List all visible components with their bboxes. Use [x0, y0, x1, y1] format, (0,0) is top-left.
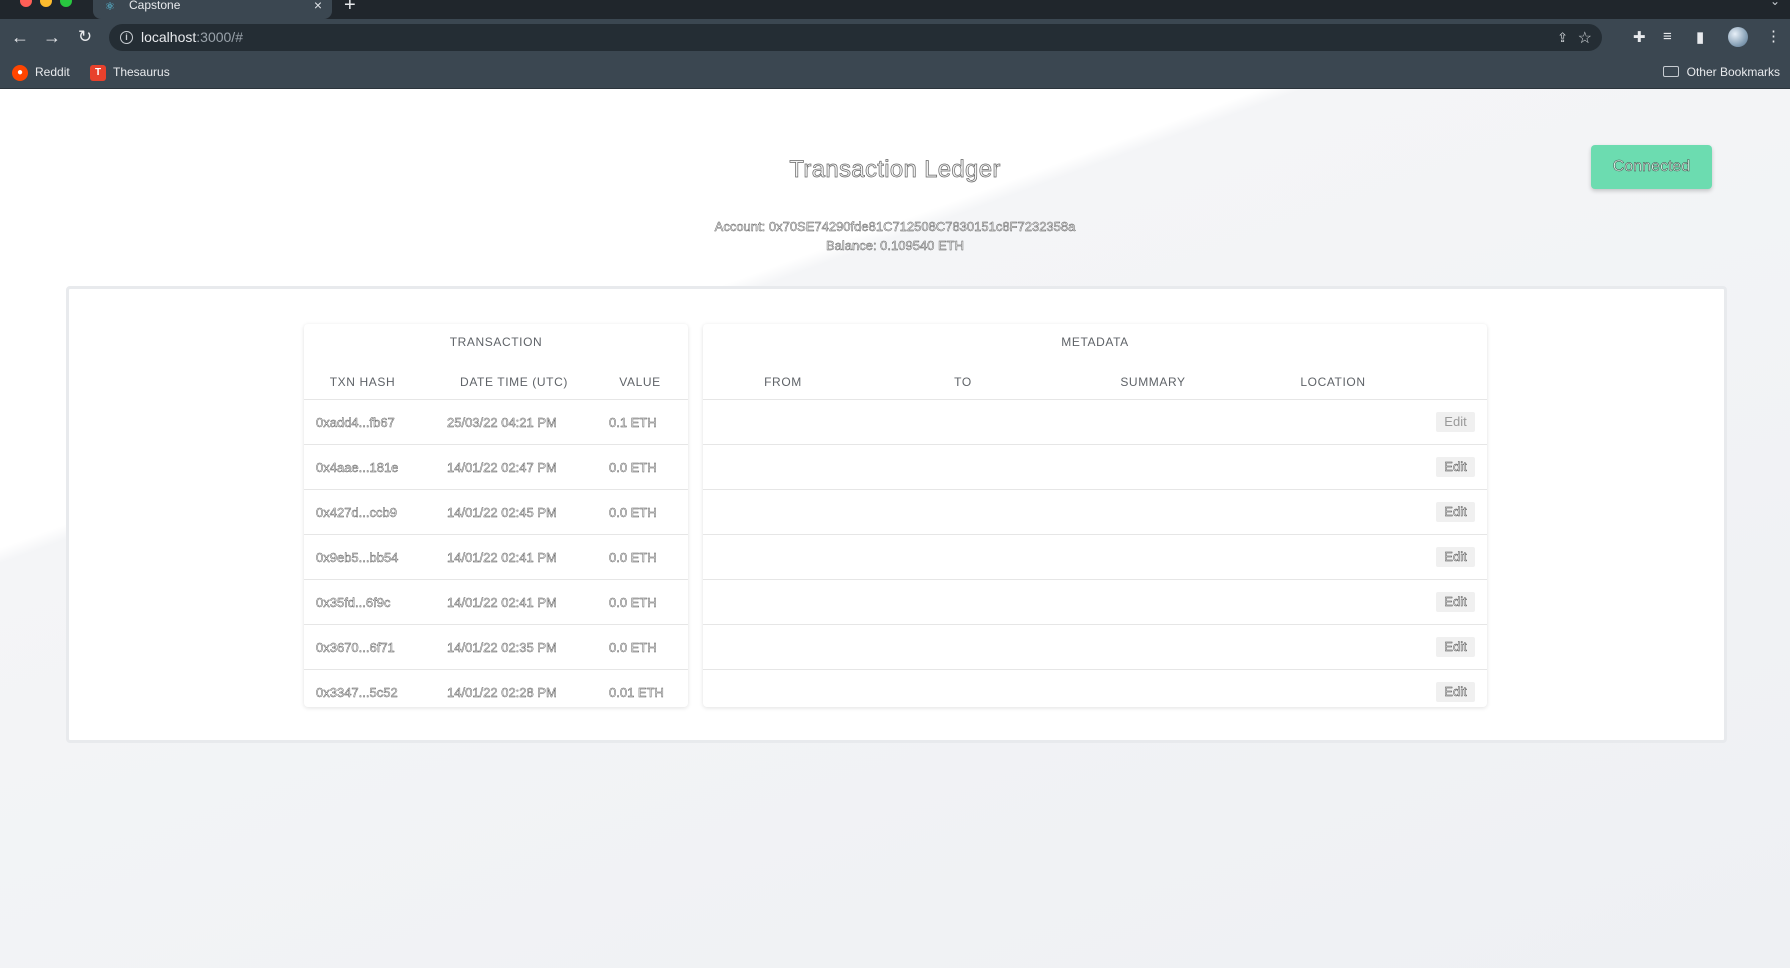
close-window-button[interactable]	[20, 0, 32, 7]
share-icon[interactable]: ⇪	[1557, 30, 1568, 46]
browser-toolbar: ← → ↻ i localhost:3000/# ⇪ ☆ ✚ ≡ ▮ ⋮	[0, 19, 1790, 56]
edit-button[interactable]: Edit	[1436, 682, 1475, 702]
metadata-group-header: METADATA	[1061, 335, 1129, 349]
txn-hash[interactable]: 0x3347...5c52	[316, 670, 398, 715]
reload-icon[interactable]: ↻	[73, 25, 97, 49]
transaction-group-header: TRANSACTION	[449, 335, 543, 349]
new-tab-icon[interactable]: +	[344, 0, 356, 17]
txn-value: 0.0 ETH	[609, 460, 657, 475]
metadata-table: METADATA FROM TO SUMMARY LOCATION Edit Ed…	[703, 324, 1487, 707]
connect-wallet-button[interactable]: Connected	[1591, 145, 1712, 189]
txn-value: 0.0 ETH	[609, 505, 657, 520]
table-row: 0x9eb5...bb54 14/01/22 02:41 PM 0.0 ETH	[304, 535, 688, 580]
col-header-datetime: DATE TIME (UTC)	[460, 375, 568, 389]
tab-title: Capstone	[129, 0, 181, 12]
table-row: 0x3347...5c52 14/01/22 02:28 PM 0.01 ETH	[304, 670, 688, 715]
bookmark-reddit-label: Reddit	[35, 65, 70, 79]
other-bookmarks-label: Other Bookmarks	[1686, 65, 1780, 79]
account-balance: Balance: 0.109540 ETH	[825, 238, 965, 253]
table-row: 0x4aae...181e 14/01/22 02:47 PM 0.0 ETH	[304, 445, 688, 490]
back-arrow-icon[interactable]: ←	[8, 25, 32, 49]
table-row: Edit	[703, 625, 1487, 670]
txn-datetime: 14/01/22 02:47 PM	[447, 460, 557, 475]
transaction-table: TRANSACTION TXN HASH DATE TIME (UTC) VAL…	[304, 324, 688, 707]
reddit-icon: ●	[12, 64, 28, 81]
txn-hash[interactable]: 0x427d...ccb9	[316, 490, 397, 535]
txn-datetime: 14/01/22 02:41 PM	[447, 550, 557, 565]
close-tab-icon[interactable]: ×	[314, 0, 322, 13]
txn-datetime: 14/01/22 02:45 PM	[447, 505, 557, 520]
info-icon[interactable]: i	[120, 31, 133, 44]
address-bar[interactable]: i localhost:3000/# ⇪ ☆	[109, 24, 1602, 51]
txn-datetime: 14/01/22 02:28 PM	[447, 685, 557, 700]
txn-hash[interactable]: 0x35fd...6f9c	[316, 580, 391, 625]
star-icon[interactable]: ☆	[1578, 28, 1592, 48]
txn-value: 0.0 ETH	[609, 640, 657, 655]
txn-hash[interactable]: 0x3670...6f71	[316, 625, 395, 670]
table-row: Edit	[703, 670, 1487, 715]
txn-value: 0.1 ETH	[609, 415, 657, 430]
react-icon: ⚛	[105, 1, 115, 13]
profile-avatar[interactable]	[1728, 27, 1748, 47]
col-header-from: FROM	[764, 375, 802, 389]
url-host: localhost	[141, 29, 197, 45]
table-row: Edit	[703, 445, 1487, 490]
media-queue-icon[interactable]: ≡	[1663, 28, 1672, 45]
edit-button[interactable]: Edit	[1436, 592, 1475, 612]
side-panel-icon[interactable]: ▮	[1696, 28, 1704, 46]
col-header-value: VALUE	[619, 375, 661, 389]
bookmark-thesaurus[interactable]: T Thesaurus	[90, 63, 170, 81]
table-row: Edit	[703, 400, 1487, 445]
txn-hash[interactable]: 0x4aae...181e	[316, 445, 399, 490]
col-header-to: TO	[954, 375, 972, 389]
forward-arrow-icon[interactable]: →	[40, 25, 64, 49]
bookmark-thesaurus-label: Thesaurus	[113, 65, 170, 79]
more-vert-icon[interactable]: ⋮	[1766, 27, 1781, 45]
col-header-txn-hash: TXN HASH	[329, 375, 396, 389]
table-row: Edit	[703, 490, 1487, 535]
edit-button[interactable]: Edit	[1436, 637, 1475, 657]
url-rest: :3000/#	[196, 29, 243, 45]
edit-button[interactable]: Edit	[1436, 457, 1475, 477]
txn-datetime: 25/03/22 04:21 PM	[447, 415, 557, 430]
table-row: 0x35fd...6f9c 14/01/22 02:41 PM 0.0 ETH	[304, 580, 688, 625]
tab-strip: ⚛ Capstone × + ⌄	[0, 0, 1790, 19]
page-content: Transaction Ledger Connected Account: 0x…	[0, 89, 1790, 968]
txn-value: 0.0 ETH	[609, 595, 657, 610]
ledger-card: TRANSACTION TXN HASH DATE TIME (UTC) VAL…	[66, 286, 1727, 743]
thesaurus-icon: T	[90, 64, 106, 81]
edit-button[interactable]: Edit	[1436, 412, 1475, 432]
txn-value: 0.01 ETH	[609, 685, 664, 700]
account-address: Account: 0x70SE74290fde81C712508C7830151…	[714, 219, 1076, 234]
col-header-summary: SUMMARY	[1120, 375, 1186, 389]
bookmark-reddit[interactable]: ● Reddit	[12, 63, 70, 81]
table-row: 0x3670...6f71 14/01/22 02:35 PM 0.0 ETH	[304, 625, 688, 670]
other-bookmarks[interactable]: Other Bookmarks	[1662, 63, 1780, 81]
table-row: 0xadd4...fb67 25/03/22 04:21 PM 0.1 ETH	[304, 400, 688, 445]
txn-hash[interactable]: 0xadd4...fb67	[316, 400, 395, 445]
folder-icon	[1662, 66, 1679, 78]
txn-value: 0.0 ETH	[609, 550, 657, 565]
puzzle-icon[interactable]: ✚	[1633, 28, 1646, 46]
chevron-down-icon[interactable]: ⌄	[1770, 0, 1780, 8]
table-row: Edit	[703, 535, 1487, 580]
zoom-window-button[interactable]	[60, 0, 72, 7]
txn-hash[interactable]: 0x9eb5...bb54	[316, 535, 399, 580]
page-title: Transaction Ledger	[789, 156, 1001, 184]
table-row: 0x427d...ccb9 14/01/22 02:45 PM 0.0 ETH	[304, 490, 688, 535]
minimize-window-button[interactable]	[40, 0, 52, 7]
bookmarks-bar: ● Reddit T Thesaurus Other Bookmarks	[0, 56, 1790, 89]
txn-datetime: 14/01/22 02:41 PM	[447, 595, 557, 610]
edit-button[interactable]: Edit	[1436, 502, 1475, 522]
active-tab[interactable]: ⚛ Capstone ×	[93, 0, 332, 19]
txn-datetime: 14/01/22 02:35 PM	[447, 640, 557, 655]
col-header-location: LOCATION	[1300, 375, 1366, 389]
table-row: Edit	[703, 580, 1487, 625]
edit-button[interactable]: Edit	[1436, 547, 1475, 567]
url-text: localhost:3000/#	[141, 24, 243, 51]
